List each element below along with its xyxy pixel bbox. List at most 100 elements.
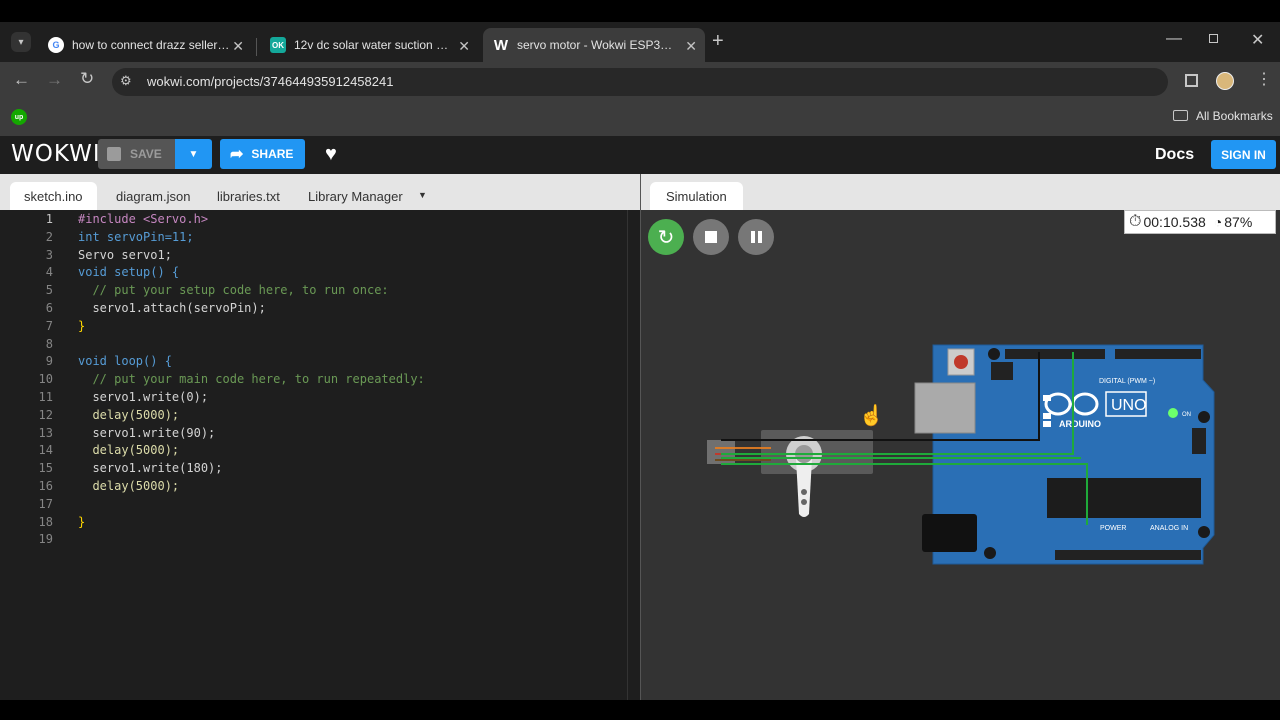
board-model-label: UNO: [1111, 397, 1147, 414]
browser-tab-title: 12v dc solar water suction donk: [294, 38, 454, 52]
tab-separator: [256, 38, 257, 56]
line-number: 6: [45, 301, 53, 315]
line-number: 1: [45, 212, 53, 226]
mouse-cursor-icon: ☝: [859, 403, 884, 427]
tab-library-manager[interactable]: Library Manager: [294, 182, 417, 210]
code-line[interactable]: delay(5000);: [78, 408, 179, 422]
tab-libraries-txt[interactable]: libraries.txt: [203, 182, 294, 210]
site-info-icon[interactable]: ⚙: [120, 73, 132, 89]
atmega-chip: [1047, 478, 1201, 518]
icsp-header-right: [1192, 428, 1206, 454]
line-number: 14: [38, 443, 53, 458]
circuit-diagram[interactable]: UNO ARDUINO DIGITAL (PWM ~) POWER ANALOG…: [641, 210, 1280, 700]
power-led: [1168, 408, 1178, 418]
line-number: 9: [45, 354, 53, 369]
wokwi-logo[interactable]: WOKWI: [11, 141, 101, 167]
share-label: SHARE: [251, 147, 294, 161]
digital-header-left: [1005, 349, 1105, 359]
code-line[interactable]: servo1.write(180);: [78, 461, 222, 475]
on-led-label: ON: [1182, 412, 1191, 418]
power-header: [1055, 550, 1143, 560]
letterbox-bottom: [0, 700, 1280, 720]
back-icon[interactable]: ←: [13, 70, 30, 90]
code-line[interactable]: void setup() {: [78, 265, 179, 279]
line-number: 5: [45, 283, 53, 298]
browser-tab-3-active[interactable]: W servo motor - Wokwi ESP32, STI ✕: [483, 28, 705, 62]
code-line[interactable]: // put your setup code here, to run once…: [78, 283, 388, 297]
line-number: 15: [38, 461, 53, 476]
board-brand-label: ARDUINO: [1059, 419, 1101, 429]
digital-pins-label: DIGITAL (PWM ~): [1099, 378, 1155, 385]
close-tab-icon[interactable]: ✕: [458, 38, 470, 55]
share-button[interactable]: ➦ SHARE: [220, 139, 305, 169]
save-dropdown-button[interactable]: ▼: [175, 139, 212, 169]
line-number: 18: [38, 514, 53, 529]
code-line[interactable]: #include <Servo.h>: [78, 212, 208, 226]
wokwi-favicon-icon: W: [493, 36, 509, 54]
sign-in-button[interactable]: SIGN IN: [1211, 140, 1276, 169]
tab-search-icon[interactable]: ▾: [11, 32, 31, 52]
code-line[interactable]: servo1.write(90);: [78, 426, 215, 440]
line-number: 19: [38, 532, 53, 547]
save-label: SAVE: [130, 147, 162, 161]
line-number: 8: [45, 336, 53, 351]
analog-header: [1135, 550, 1201, 560]
tab-simulation[interactable]: Simulation: [650, 182, 743, 210]
site-favicon-icon: OK: [270, 37, 286, 53]
restore-icon[interactable]: [1209, 34, 1218, 43]
line-number: 3: [45, 247, 53, 262]
new-tab-icon[interactable]: +: [712, 30, 724, 53]
power-pins-label: POWER: [1100, 525, 1126, 532]
side-panel-icon[interactable]: [1185, 74, 1198, 87]
tab-diagram-json[interactable]: diagram.json: [102, 182, 204, 210]
code-line[interactable]: Servo servo1;: [78, 248, 172, 262]
code-line[interactable]: void loop() {: [78, 354, 172, 368]
line-number: 10: [38, 372, 53, 387]
line-number: 16: [38, 479, 53, 493]
minimize-icon[interactable]: —: [1166, 30, 1182, 48]
code-line[interactable]: int servoPin=11;: [78, 230, 194, 244]
line-number: 4: [45, 265, 53, 280]
chevron-down-icon: ▼: [188, 148, 199, 160]
close-tab-icon[interactable]: ✕: [232, 38, 244, 55]
editor-scrollbar[interactable]: [627, 210, 628, 700]
google-icon: G: [48, 37, 64, 53]
icsp-header-top: [991, 362, 1013, 380]
url-text[interactable]: wokwi.com/projects/374644935912458241: [147, 74, 393, 89]
docs-link[interactable]: Docs: [1155, 146, 1194, 164]
code-line[interactable]: servo1.attach(servoPin);: [78, 301, 265, 315]
line-number: 12: [38, 407, 53, 422]
save-icon: [107, 147, 121, 161]
profile-avatar[interactable]: [1216, 72, 1234, 90]
close-window-icon[interactable]: ✕: [1251, 30, 1264, 50]
code-line[interactable]: servo1.write(0);: [78, 390, 208, 404]
code-line[interactable]: delay(5000);: [78, 479, 179, 493]
forward-icon[interactable]: →: [46, 70, 63, 90]
browser-tab-2[interactable]: OK 12v dc solar water suction donk ✕: [260, 28, 478, 62]
browser-tab-strip: ▾ G how to connect drazz seller - G ✕ OK…: [0, 22, 1280, 62]
usb-connector: [914, 382, 976, 434]
tab-sketch-ino[interactable]: sketch.ino: [10, 182, 97, 210]
browser-tab-title: servo motor - Wokwi ESP32, STI: [517, 38, 675, 52]
tabs-overflow-dropdown-icon[interactable]: ▼: [418, 190, 427, 200]
code-line[interactable]: // put your main code here, to run repea…: [78, 372, 424, 386]
close-tab-icon[interactable]: ✕: [685, 38, 697, 55]
servo-motor[interactable]: [707, 430, 873, 517]
all-bookmarks-label[interactable]: All Bookmarks: [1196, 109, 1273, 123]
code-line[interactable]: delay(5000);: [78, 443, 179, 457]
like-heart-icon[interactable]: ♥: [325, 143, 337, 166]
line-number: 17: [38, 496, 53, 511]
browser-tab-title: how to connect drazz seller - G: [72, 38, 232, 52]
save-button[interactable]: SAVE: [98, 139, 175, 169]
folder-icon: [1173, 110, 1188, 121]
menu-kebab-icon[interactable]: ⋮: [1256, 69, 1272, 89]
upwork-bookmark-icon[interactable]: up: [11, 109, 27, 125]
code-line[interactable]: }: [78, 515, 85, 529]
code-line[interactable]: }: [78, 319, 85, 333]
digital-header-right: [1115, 349, 1201, 359]
line-number: 11: [38, 390, 53, 404]
share-arrow-icon: ➦: [230, 146, 244, 163]
letterbox-top: [0, 0, 1280, 22]
browser-tab-1[interactable]: G how to connect drazz seller - G ✕: [38, 28, 252, 62]
reload-icon[interactable]: ↻: [80, 69, 94, 89]
